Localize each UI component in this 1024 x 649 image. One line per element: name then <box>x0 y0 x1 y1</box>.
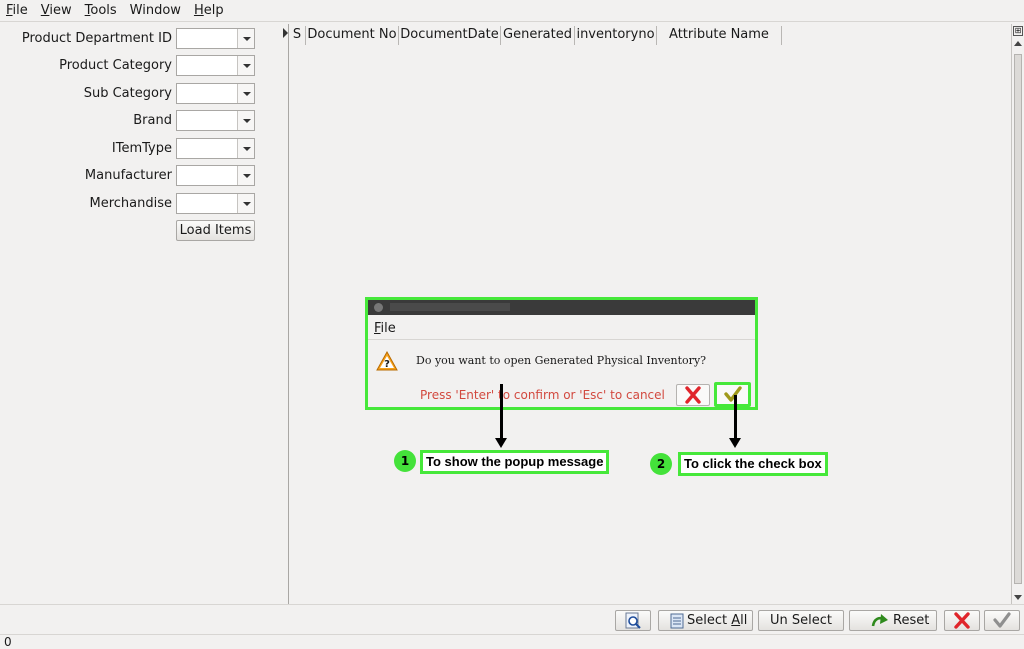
select-all-label: Select All <box>687 613 748 628</box>
chevron-down-icon[interactable] <box>237 84 254 103</box>
annotation-arrowhead <box>729 438 741 448</box>
close-icon[interactable] <box>374 303 383 312</box>
item-type-combo[interactable] <box>176 138 255 159</box>
brand-combo[interactable] <box>176 110 255 131</box>
checkmark-icon <box>724 386 742 402</box>
chevron-down-icon[interactable] <box>237 194 254 213</box>
zoom-button[interactable] <box>615 610 651 631</box>
bottom-toolbar: Select All Un Select Reset <box>0 604 1024 634</box>
column-header-document-no[interactable]: Document No <box>306 26 399 45</box>
confirm-dialog: File ? Do you want to open Generated Phy… <box>365 297 758 410</box>
filter-label: Sub Category <box>83 86 172 101</box>
sub-category-combo[interactable] <box>176 83 255 104</box>
callout-number: 2 <box>650 453 672 475</box>
scrollbar-thumb[interactable] <box>1014 54 1022 584</box>
chevron-down-icon[interactable] <box>237 166 254 185</box>
unselect-button[interactable]: Un Select <box>758 610 844 631</box>
annotation-arrowhead <box>495 438 507 448</box>
manufacturer-combo[interactable] <box>176 165 255 186</box>
menu-view[interactable]: View <box>41 3 72 18</box>
menu-tools[interactable]: Tools <box>85 3 117 18</box>
filter-label: Brand <box>133 113 172 128</box>
filter-label: ITemType <box>111 141 172 156</box>
filter-row-sub-category: Sub Category <box>0 83 260 105</box>
menu-file[interactable]: File <box>6 3 28 18</box>
magnifier-icon <box>625 612 641 629</box>
callout-label: To show the popup message <box>420 450 610 474</box>
filter-label: Product Department ID <box>21 31 172 46</box>
chevron-down-icon[interactable] <box>237 111 254 130</box>
dialog-hint: Press 'Enter' to confirm or 'Esc' to can… <box>420 388 665 402</box>
product-category-combo[interactable] <box>176 55 255 76</box>
cancel-button[interactable] <box>944 610 980 631</box>
menu-help[interactable]: Help <box>194 3 224 18</box>
filter-label: Merchandise <box>89 196 172 211</box>
svg-text:?: ? <box>384 359 390 370</box>
filter-panel: Product Department ID Product Category S… <box>0 24 286 604</box>
warning-question-icon: ? <box>376 351 398 371</box>
menu-bar: File View Tools Window Help <box>0 0 1024 22</box>
column-header-generated[interactable]: Generated <box>501 26 575 45</box>
ok-button[interactable] <box>984 610 1020 631</box>
load-items-button[interactable]: Load Items <box>176 220 255 241</box>
status-bar: 0 <box>0 634 1024 649</box>
callout-label: To click the check box <box>678 452 828 476</box>
dialog-menu-file[interactable]: File <box>368 318 755 340</box>
filter-row-item-type: ITemType <box>0 138 260 160</box>
menu-window[interactable]: Window <box>130 3 181 18</box>
reset-arrow-icon <box>871 614 888 627</box>
filter-label: Product Category <box>59 58 172 73</box>
filter-row-product-category: Product Category <box>0 55 260 77</box>
cross-icon <box>954 612 970 629</box>
annotation-arrow-line <box>734 395 737 440</box>
vertical-scrollbar[interactable]: ⊞ <box>1011 24 1024 604</box>
column-header-attribute-name[interactable]: Attribute Name <box>657 26 782 45</box>
dialog-cancel-button[interactable] <box>676 384 710 406</box>
dialog-ok-button[interactable] <box>714 382 751 407</box>
chevron-down-icon[interactable] <box>237 29 254 48</box>
filter-row-brand: Brand <box>0 110 260 132</box>
table-header: S Document No DocumentDate Generated inv… <box>289 26 782 45</box>
column-header-document-date[interactable]: DocumentDate <box>399 26 501 45</box>
select-all-icon <box>670 613 684 629</box>
reset-label: Reset <box>893 613 930 628</box>
scroll-up-icon[interactable] <box>1014 41 1022 46</box>
checkmark-icon <box>993 612 1011 628</box>
chevron-down-icon[interactable] <box>237 139 254 158</box>
annotation-arrow-line <box>500 384 503 440</box>
dialog-message: Do you want to open Generated Physical I… <box>416 354 707 367</box>
column-control-icon[interactable]: ⊞ <box>1013 26 1023 36</box>
filter-row-product-department: Product Department ID <box>0 28 260 50</box>
column-header-select[interactable]: S <box>289 26 306 45</box>
product-department-combo[interactable] <box>176 28 255 49</box>
dialog-title-blur <box>390 303 510 311</box>
column-header-inventoryno[interactable]: inventoryno <box>575 26 657 45</box>
reset-button[interactable]: Reset <box>849 610 937 631</box>
cross-icon <box>685 386 701 404</box>
dialog-title-bar[interactable] <box>368 300 755 315</box>
scroll-down-icon[interactable] <box>1014 595 1022 600</box>
filter-row-merchandise: Merchandise <box>0 193 260 215</box>
select-all-button[interactable]: Select All <box>658 610 753 631</box>
filter-label: Manufacturer <box>84 168 172 183</box>
chevron-down-icon[interactable] <box>237 56 254 75</box>
filter-row-manufacturer: Manufacturer <box>0 165 260 187</box>
callout-number: 1 <box>394 450 416 472</box>
merchandise-combo[interactable] <box>176 193 255 214</box>
